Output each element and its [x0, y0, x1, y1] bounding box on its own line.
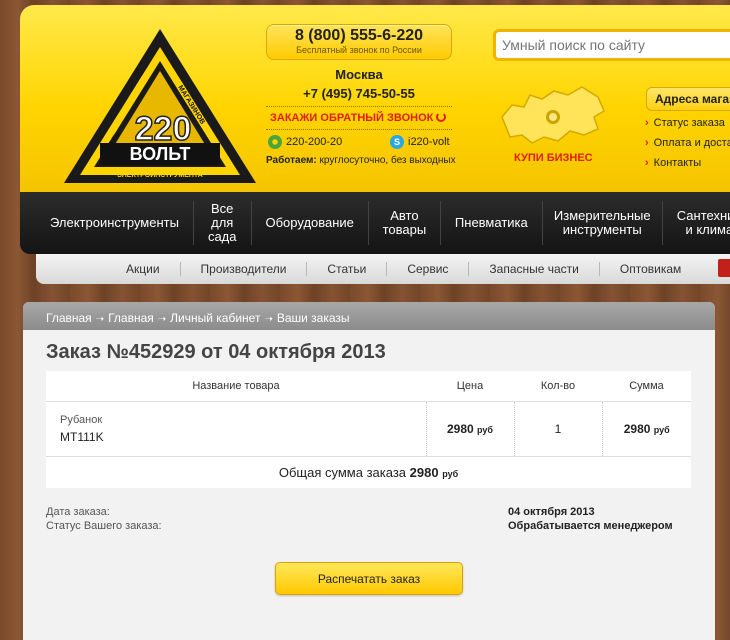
logo-220-text: 220 [135, 110, 192, 148]
subnav-item-articles[interactable]: Статьи [306, 262, 386, 276]
page-title: Заказ №452929 от 04 октября 2013 [46, 341, 386, 363]
nav-item-auto[interactable]: Авто товары [367, 201, 440, 245]
item-price-cell: 2980 руб [425, 401, 514, 457]
column-price: Цена [426, 371, 514, 402]
currency: руб [653, 424, 670, 435]
content-panel: Главная ➝ Главная ➝ Личный кабинет ➝ Ваши зака… [23, 302, 715, 640]
nav-item-power-tools[interactable]: Электроинструменты [20, 201, 193, 245]
order-status-value: Обрабатывается менеджером [508, 520, 673, 532]
item-category: Рубанок [60, 413, 103, 426]
order-status-link[interactable]: Статус заказа [645, 117, 730, 129]
arrow-right-icon: ➝ [264, 314, 273, 325]
city-selector[interactable]: Москва [266, 67, 452, 82]
logo-tagline-text: ЭЛЕКТРОИНСТРУМЕНТА [117, 172, 203, 179]
breadcrumb-account[interactable]: Личный кабинет [170, 311, 260, 325]
payment-delivery-link[interactable]: Оплата и доставка [645, 137, 730, 149]
logo[interactable]: 220 ВОЛЬТ ЭЛЕКТРОИНСТРУМЕНТА СЕТЬ МАГАЗИ… [60, 25, 260, 190]
main-nav: Электроинструменты Все для сада Оборудов… [20, 192, 730, 254]
subnav-item-spare-parts[interactable]: Запасные части [468, 262, 598, 276]
search-input[interactable] [493, 29, 730, 61]
total-cell: Общая сумма заказа 2980 руб [46, 456, 691, 488]
callback-link[interactable]: ЗАКАЖИ ОБРАТНЫЙ ЗВОНОК [270, 112, 447, 124]
total-value: 2980 [409, 464, 439, 480]
skype-icon: S [390, 135, 404, 149]
breadcrumb-home-2[interactable]: Главная [108, 311, 154, 325]
print-order-button[interactable]: Распечатать заказ [275, 562, 463, 595]
phone-number[interactable]: 8 (800) 555-6-220 [267, 27, 451, 45]
arrow-right-icon: ➝ [157, 314, 167, 325]
order-info-labels: Дата заказа: Статус Вашего заказа: [46, 505, 162, 533]
subnav-item-service[interactable]: Сервис [386, 262, 468, 276]
contacts-link[interactable]: Контакты [645, 157, 730, 169]
callback-label: ЗАКАЖИ ОБРАТНЫЙ ЗВОНОК [270, 112, 434, 124]
skype-contact[interactable]: S i220-volt [390, 135, 450, 149]
nav-item-measuring[interactable]: Измерительные инструменты [541, 201, 662, 245]
skype-name: i220-volt [408, 136, 450, 148]
order-date-label: Дата заказа: [46, 506, 110, 518]
buy-business-link[interactable]: КУПИ БИЗНЕС [514, 152, 593, 164]
currency: руб [477, 424, 493, 435]
breadcrumb: Главная ➝ Главная ➝ Личный кабинет ➝ Ваши зака… [23, 302, 715, 330]
total-label: Общая сумма заказа [278, 464, 407, 480]
item-sum: 2980 [623, 421, 651, 436]
russia-map-icon[interactable] [498, 77, 608, 157]
hours-label: Работаем: [266, 155, 317, 166]
nav-item-equipment[interactable]: Оборудование [250, 201, 368, 245]
city-phone: +7 (495) 745-50-55 [303, 86, 415, 101]
subnav-item-promotions[interactable]: Акции [36, 262, 180, 276]
column-sum: Сумма [602, 371, 691, 402]
item-price: 2980 [447, 421, 474, 436]
total-currency: руб [442, 468, 459, 479]
icq-flower-icon [268, 135, 282, 149]
icq-contact[interactable]: 220-200-20 [268, 135, 342, 149]
nav-item-garden[interactable]: Все для сада [192, 201, 251, 245]
breadcrumb-home[interactable]: Главная [46, 311, 92, 325]
breadcrumb-orders[interactable]: Ваши заказы [277, 311, 350, 325]
divider [266, 106, 452, 107]
subnav-item-wholesale[interactable]: Оптовикам [598, 262, 701, 276]
nav-item-pneumatics[interactable]: Пневматика [439, 201, 542, 245]
table-row: Рубанок MT111K 2980 руб 1 2980 руб [46, 401, 691, 457]
table-header-row: Название товара Цена Кол-во Сумма [46, 371, 691, 402]
order-status-label: Статус Вашего заказа: [46, 520, 162, 532]
store-addresses-button[interactable]: Адреса магазинов [646, 87, 730, 111]
secondary-nav: Акции Производители Статьи Сервис Запасн… [36, 254, 730, 284]
order-table: Название товара Цена Кол-во Сумма Рубано… [46, 371, 691, 488]
nav-item-plumbing[interactable]: Сантехника и климат [661, 201, 730, 245]
item-model: MT111K [60, 429, 104, 444]
working-hours: Работаем: круглосуточно, без выходных [266, 155, 456, 166]
cart-bag-icon[interactable] [718, 259, 730, 277]
site-header: 220 ВОЛЬТ ЭЛЕКТРОИНСТРУМЕНТА СЕТЬ МАГАЗИ… [20, 5, 730, 193]
icq-number: 220-200-20 [286, 136, 343, 148]
item-name-cell[interactable]: Рубанок MT111K [46, 401, 426, 457]
phone-note: Бесплатный звонок по России [296, 45, 422, 55]
column-name: Название товара [46, 371, 426, 402]
hours-value: круглосуточно, без выходных [319, 155, 456, 166]
arrow-right-icon: ➝ [95, 314, 105, 325]
phone-box: 8 (800) 555-6-220 Бесплатный звонок по Р… [266, 24, 452, 60]
divider [266, 129, 452, 130]
item-qty: 1 [513, 401, 602, 457]
order-date-value: 04 октября 2013 [508, 506, 595, 518]
subnav-item-manufacturers[interactable]: Производители [179, 262, 307, 276]
column-qty: Кол-во [514, 371, 602, 402]
refresh-icon [436, 112, 447, 122]
order-info-values: 04 октября 2013 Обрабатывается менеджеро… [508, 505, 673, 533]
logo-brand-text: ВОЛЬТ [130, 144, 191, 164]
item-sum-cell: 2980 руб [601, 401, 691, 457]
header-links: Статус заказа Оплата и доставка Контакты [645, 117, 730, 177]
total-row: Общая сумма заказа 2980 руб [46, 456, 691, 488]
